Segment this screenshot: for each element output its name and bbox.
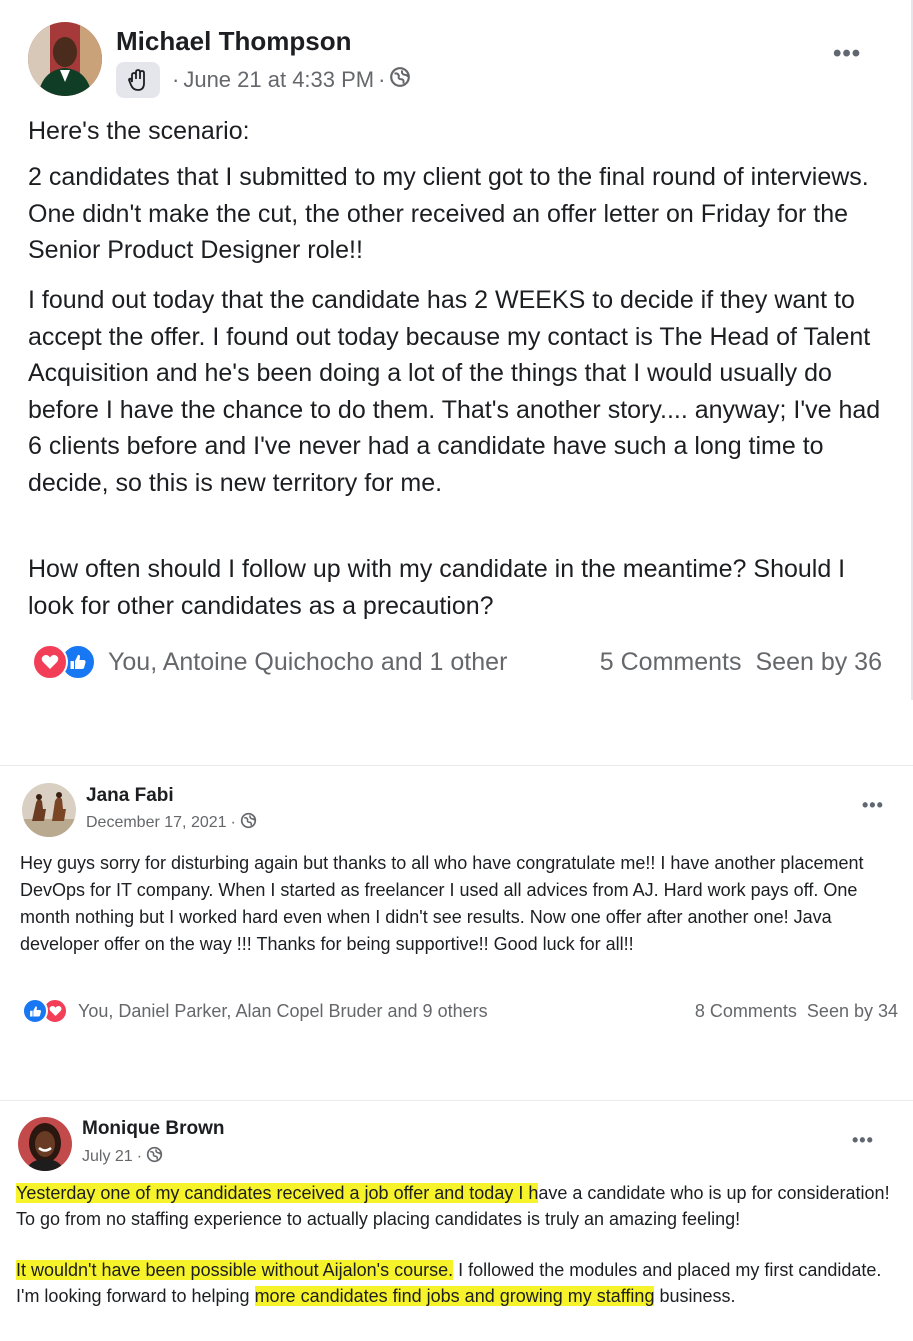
post-meta: December 17, 2021 ·	[86, 812, 257, 834]
post-monique-brown: Monique Brown July 21 · ••• Yesterday on…	[0, 1100, 913, 1341]
author-name[interactable]: Monique Brown	[82, 1118, 224, 1140]
highlighted-text: It wouldn't have been possible without A…	[16, 1260, 454, 1280]
seen-by-count[interactable]: Seen by 36	[756, 648, 883, 677]
post-paragraph: Yesterday one of my candidates received …	[16, 1181, 896, 1232]
post-michael-thompson: Michael Thompson · June 21 at 4:33 PM · …	[0, 0, 913, 700]
post-timestamp[interactable]: June 21 at 4:33 PM	[183, 67, 374, 93]
post-timestamp[interactable]: December 17, 2021	[86, 814, 227, 832]
globe-icon	[146, 1146, 163, 1168]
like-icon[interactable]	[22, 998, 48, 1024]
author-name[interactable]: Jana Fabi	[86, 785, 174, 807]
avatar-michael-thompson[interactable]	[28, 22, 102, 96]
seen-by-count[interactable]: Seen by 34	[807, 1001, 898, 1022]
post-body: Hey guys sorry for disturbing again but …	[20, 853, 864, 954]
more-options-button[interactable]: •••	[862, 795, 884, 816]
avatar-monique-brown[interactable]	[18, 1117, 72, 1171]
meta-dot: ·	[172, 67, 180, 92]
paragraph-text: business.	[654, 1285, 736, 1306]
more-options-button[interactable]: •••	[833, 40, 861, 68]
meta-dot: ·	[378, 67, 386, 92]
globe-icon	[240, 812, 257, 834]
avatar-jana-fabi[interactable]	[22, 783, 76, 837]
reactions-summary[interactable]: You, Antoine Quichocho and 1 other	[108, 648, 507, 677]
globe-icon	[389, 66, 411, 94]
post-paragraph: It wouldn't have been possible without A…	[16, 1258, 896, 1309]
meta-dot: ·	[230, 814, 236, 831]
post-meta: · June 21 at 4:33 PM ·	[116, 62, 411, 98]
reactions-summary[interactable]: You, Daniel Parker, Alan Copel Bruder an…	[78, 1001, 488, 1022]
meta-dot: ·	[136, 1148, 143, 1165]
post-paragraph: Here's the scenario:	[28, 117, 250, 145]
post-paragraph: I found out today that the candidate has…	[28, 286, 881, 497]
comments-count[interactable]: 8 Comments	[695, 1001, 797, 1022]
author-name[interactable]: Michael Thompson	[116, 26, 351, 57]
more-options-button[interactable]: •••	[852, 1130, 874, 1151]
post-footer: You, Daniel Parker, Alan Copel Bruder an…	[22, 998, 898, 1024]
highlighted-text: Yesterday one of my candidates received …	[16, 1183, 539, 1203]
post-footer: You, Antoine Quichocho and 1 other 5 Com…	[32, 644, 882, 680]
post-meta: July 21 ·	[82, 1146, 163, 1168]
post-paragraph: 2 candidates that I submitted to my clie…	[28, 163, 869, 264]
post-timestamp[interactable]: July 21	[82, 1148, 133, 1166]
wave-badge-icon	[116, 62, 160, 98]
love-icon[interactable]	[32, 644, 68, 680]
post-jana-fabi: Jana Fabi December 17, 2021 · ••• Hey gu…	[0, 765, 913, 1046]
comments-count[interactable]: 5 Comments	[600, 648, 742, 677]
post-paragraph: How often should I follow up with my can…	[28, 555, 846, 620]
highlighted-text: more candidates find jobs and growing my…	[254, 1285, 655, 1306]
